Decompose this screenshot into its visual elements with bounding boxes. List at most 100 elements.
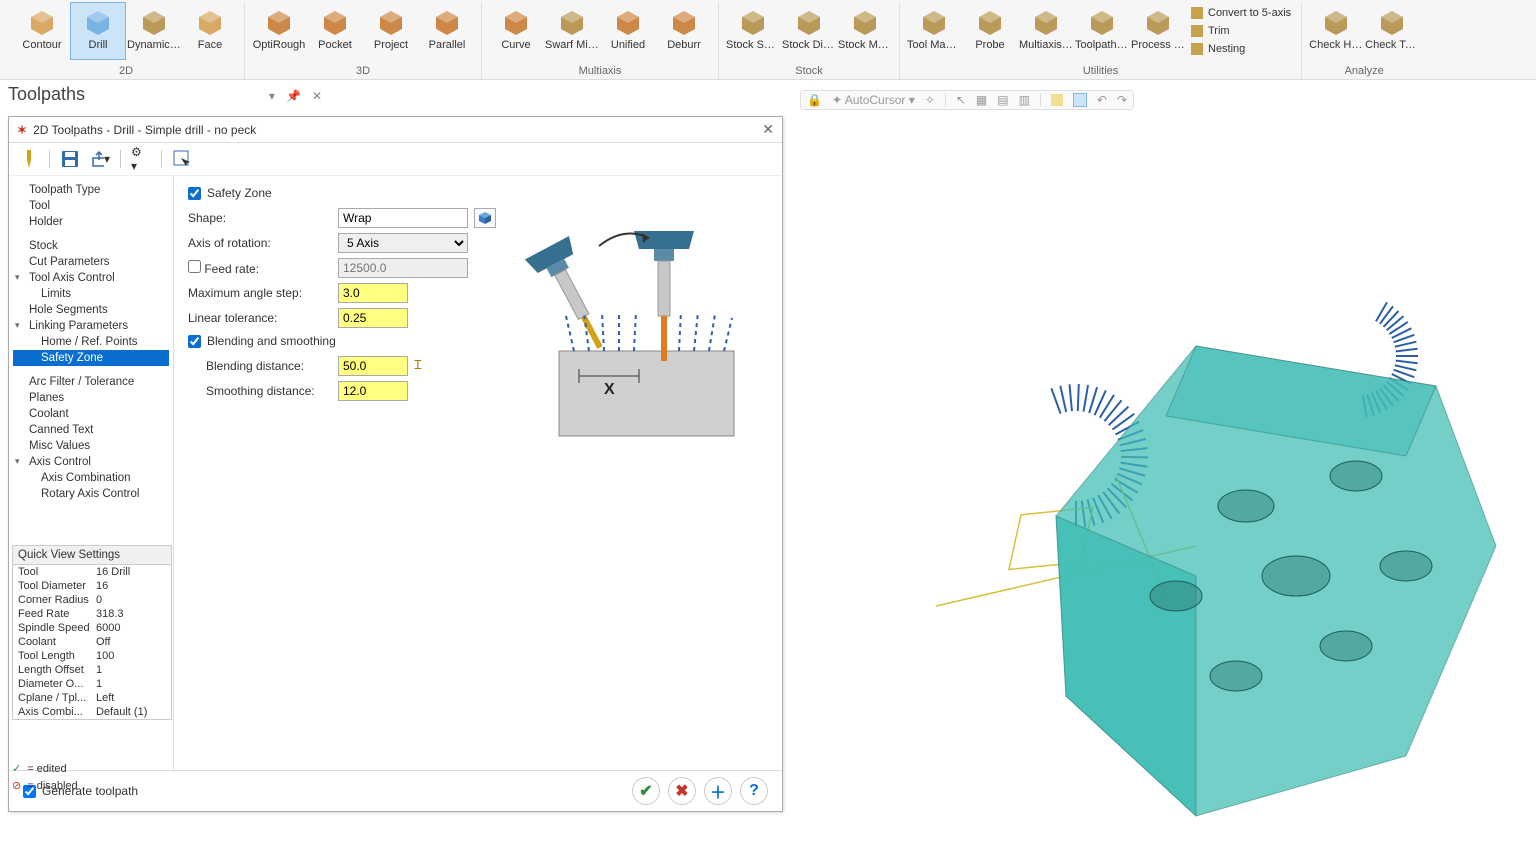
- qv-tool: Tool16 Drill: [13, 565, 171, 579]
- select-icon[interactable]: [172, 149, 192, 169]
- tree-cut-parameters[interactable]: Cut Parameters: [13, 254, 169, 270]
- ribbon-convert-to-5-axis[interactable]: Convert to 5-axis: [1190, 4, 1291, 22]
- tree-axis-control[interactable]: Axis Control: [13, 454, 169, 470]
- autocursor-button[interactable]: ✦ AutoCursor ▾: [832, 93, 915, 107]
- ribbon-drill[interactable]: Drill: [70, 2, 126, 60]
- ribbon-stock-shading[interactable]: Stock Shading: [725, 2, 781, 60]
- parallel-icon: [431, 6, 463, 38]
- tree-safety-zone[interactable]: Safety Zone: [13, 350, 169, 366]
- ribbon-group-3d: 3D: [251, 63, 475, 79]
- cancel-button[interactable]: ✖: [668, 777, 696, 805]
- tree-misc-values[interactable]: Misc Values: [13, 438, 169, 454]
- safety-zone-checkbox[interactable]: [188, 187, 201, 200]
- tree-holder[interactable]: Holder: [13, 214, 169, 230]
- ribbon-group-analyze: Analyze: [1308, 63, 1420, 79]
- ribbon-trim[interactable]: Trim: [1190, 22, 1291, 40]
- ribbon-optirough[interactable]: OptiRough: [251, 2, 307, 60]
- grid-icon-2[interactable]: ▤: [997, 93, 1008, 107]
- grid-icon-1[interactable]: ▦: [976, 93, 987, 107]
- tool-manager-icon: [918, 6, 950, 38]
- axis-select[interactable]: 5 Axis: [338, 233, 468, 253]
- tool-icon[interactable]: [19, 149, 39, 169]
- ribbon-tool-manager[interactable]: Tool Manager: [906, 2, 962, 60]
- ribbon: ContourDrillDynamic ...Face 2D OptiRoughPo…: [0, 0, 1536, 80]
- tree-hole-segments[interactable]: Hole Segments: [13, 302, 169, 318]
- color-swatch[interactable]: [1051, 94, 1063, 106]
- tree-canned-text[interactable]: Canned Text: [13, 422, 169, 438]
- dynamic--icon: [138, 6, 170, 38]
- dialog-footer: Generate toolpath ✔ ✖ ＋ ?: [9, 770, 782, 811]
- shape-label: Shape:: [188, 211, 338, 225]
- ribbon-deburr[interactable]: Deburr: [656, 2, 712, 60]
- tree-coolant[interactable]: Coolant: [13, 406, 169, 422]
- ribbon-check-tool-reach[interactable]: Check Tool Reach: [1364, 2, 1420, 60]
- ribbon-process-hole[interactable]: Process Hole: [1130, 2, 1186, 60]
- shape-cube-button[interactable]: [474, 208, 496, 228]
- undo-icon[interactable]: ↶: [1097, 93, 1107, 107]
- panel-dropdown-icon[interactable]: ▾: [269, 89, 275, 103]
- tree-axis-combination[interactable]: Axis Combination: [13, 470, 169, 486]
- help-button[interactable]: ?: [740, 777, 768, 805]
- lin-tol-input[interactable]: [338, 308, 408, 328]
- ribbon-multiaxis-linking[interactable]: Multiaxis Linking: [1018, 2, 1074, 60]
- ribbon-unified[interactable]: Unified: [600, 2, 656, 60]
- qv-diameter-o-: Diameter O...1: [13, 677, 171, 691]
- tree-home-ref-points[interactable]: Home / Ref. Points: [13, 334, 169, 350]
- ribbon-toolpath-transform[interactable]: Toolpath Transform: [1074, 2, 1130, 60]
- quick-view-settings: Quick View Settings Tool16 DrillTool Dia…: [12, 545, 172, 720]
- ribbon-group-2d: 2D: [14, 63, 238, 79]
- target-icon[interactable]: ✧: [925, 93, 935, 107]
- tree-planes[interactable]: Planes: [13, 390, 169, 406]
- ribbon-face[interactable]: Face: [182, 2, 238, 60]
- panel-close-icon[interactable]: ✕: [312, 89, 322, 103]
- lock-icon[interactable]: 🔒: [807, 93, 822, 107]
- ribbon-contour[interactable]: Contour: [14, 2, 70, 60]
- tree-stock[interactable]: Stock: [13, 238, 169, 254]
- stock-display-icon: [793, 6, 825, 38]
- dialog-close-button[interactable]: ✕: [762, 121, 774, 138]
- dialog-title-text: 2D Toolpaths - Drill - Simple drill - no…: [33, 123, 256, 137]
- feed-checkbox[interactable]: [188, 260, 201, 273]
- max-angle-input[interactable]: [338, 283, 408, 303]
- check-holder-icon: [1320, 6, 1352, 38]
- unified-icon: [612, 6, 644, 38]
- tree-linking-parameters[interactable]: Linking Parameters: [13, 318, 169, 334]
- viewport[interactable]: 🔒 ✦ AutoCursor ▾ ✧ ↖ ▦ ▤ ▥ ↶ ↷: [800, 90, 1536, 856]
- tree-tool-axis-control[interactable]: Tool Axis Control: [13, 270, 169, 286]
- grid-icon-3[interactable]: ▥: [1019, 93, 1030, 107]
- quick-view-title: Quick View Settings: [13, 546, 171, 565]
- ok-button[interactable]: ✔: [632, 777, 660, 805]
- ribbon-swarf-milli-[interactable]: Swarf Milli...: [544, 2, 600, 60]
- panel-pin-icon[interactable]: 📌: [286, 89, 301, 103]
- highlight-box-icon[interactable]: [1073, 93, 1087, 107]
- blend-dist-input[interactable]: [338, 356, 408, 376]
- smooth-dist-input[interactable]: [338, 381, 408, 401]
- ribbon-project[interactable]: Project: [363, 2, 419, 60]
- ribbon-curve[interactable]: Curve: [488, 2, 544, 60]
- shape-input[interactable]: [338, 208, 468, 228]
- ribbon-parallel[interactable]: Parallel: [419, 2, 475, 60]
- export-icon[interactable]: ▾: [90, 149, 110, 169]
- disabled-cross-icon: ⊘: [12, 779, 21, 792]
- ribbon-pocket[interactable]: Pocket: [307, 2, 363, 60]
- save-icon[interactable]: [60, 149, 80, 169]
- redo-icon[interactable]: ↷: [1117, 93, 1127, 107]
- tree-limits[interactable]: Limits: [13, 286, 169, 302]
- ribbon-check-holder[interactable]: Check Holder: [1308, 2, 1364, 60]
- ribbon-probe[interactable]: Probe: [962, 2, 1018, 60]
- blending-checkbox[interactable]: [188, 335, 201, 348]
- cursor-arrow-icon[interactable]: ↖: [956, 93, 966, 107]
- tree-arc-filter-tolerance[interactable]: Arc Filter / Tolerance: [13, 374, 169, 390]
- toolpaths-panel-title: Toolpaths ▾ 📌 ✕: [0, 80, 330, 109]
- tree-tool[interactable]: Tool: [13, 198, 169, 214]
- add-button[interactable]: ＋: [704, 777, 732, 805]
- ribbon-nesting[interactable]: Nesting: [1190, 40, 1291, 58]
- view-toolbar: 🔒 ✦ AutoCursor ▾ ✧ ↖ ▦ ▤ ▥ ↶ ↷: [800, 90, 1134, 110]
- ribbon-stock-model-[interactable]: Stock Model ▾: [837, 2, 893, 60]
- ribbon-stock-display[interactable]: Stock Display: [781, 2, 837, 60]
- ribbon-dynamic-[interactable]: Dynamic ...: [126, 2, 182, 60]
- tree-toolpath-type[interactable]: Toolpath Type: [13, 182, 169, 198]
- contour-icon: [26, 6, 58, 38]
- tree-rotary-axis-control[interactable]: Rotary Axis Control: [13, 486, 169, 502]
- gear-icon[interactable]: ⚙ ▾: [131, 149, 151, 169]
